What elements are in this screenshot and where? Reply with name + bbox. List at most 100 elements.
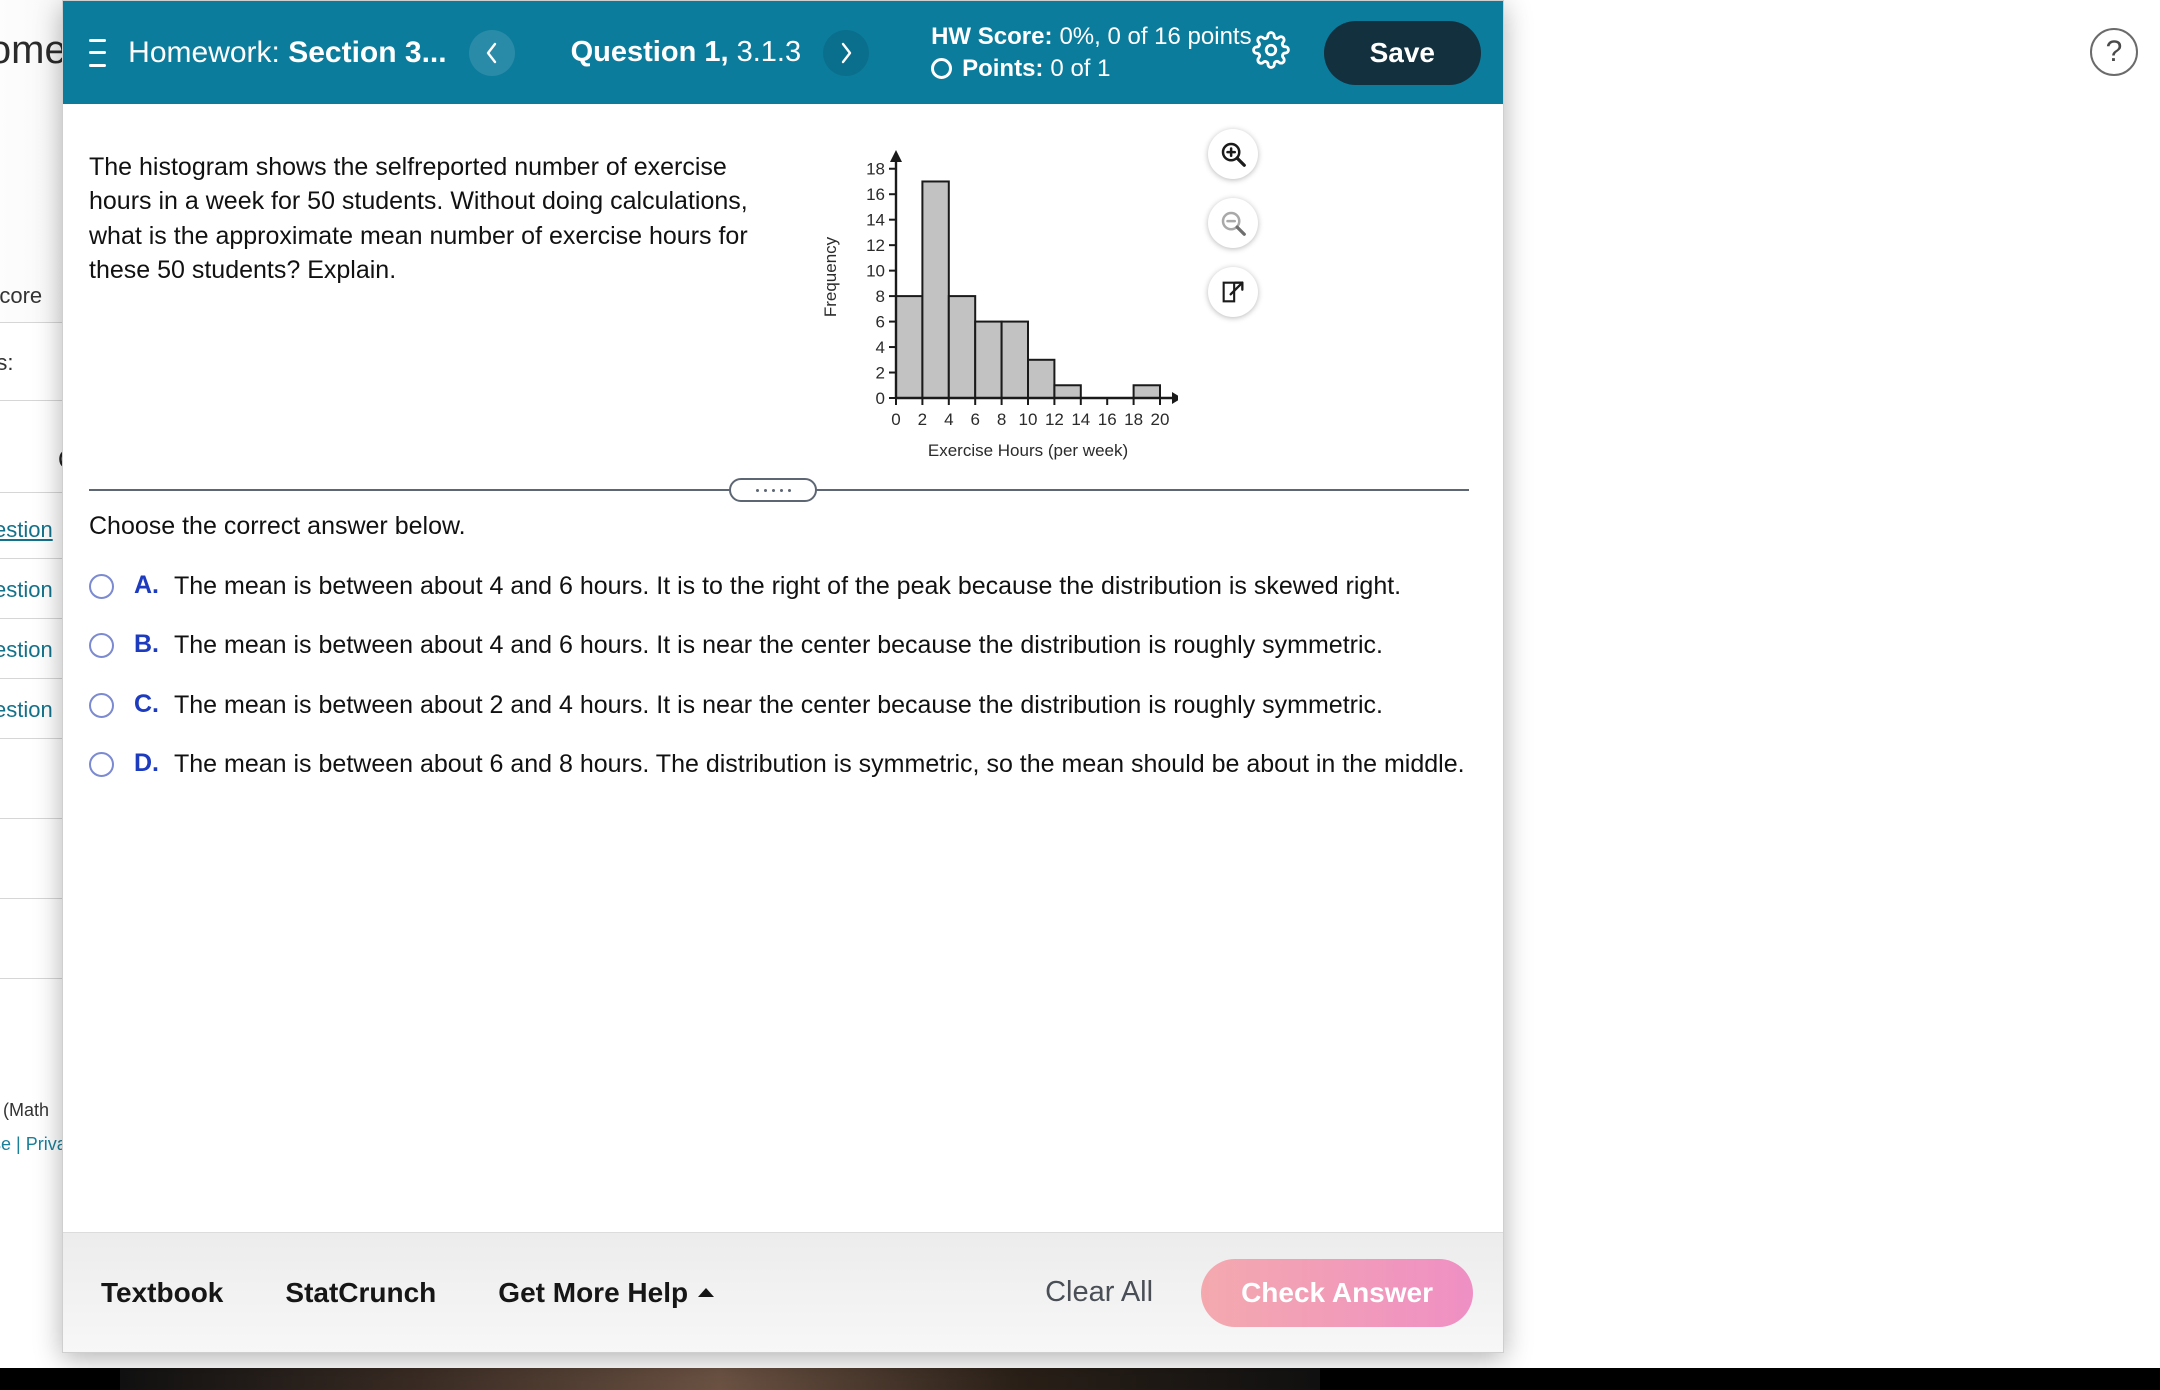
help-icon[interactable]: ? [2090,28,2138,76]
statcrunch-label: StatCrunch [285,1276,437,1308]
answer-option-b[interactable]: B. The mean is between about 4 and 6 hour… [89,630,1469,661]
check-answer-button[interactable]: Check Answer [1201,1258,1473,1327]
section-divider [89,478,1469,502]
points-value: 0 of 1 [1050,54,1111,82]
points-circle-icon [931,57,953,79]
hamburger-icon[interactable] [89,38,107,67]
x-tick-label: 12 [1045,410,1064,429]
prev-question-button[interactable] [468,29,515,76]
chevron-left-icon [486,42,496,63]
option-text: The mean is between about 4 and 6 hours.… [174,572,1402,600]
hw-score-line: HW Score: 0%, 0 of 16 points [931,21,1252,52]
histogram-bar [974,320,1003,399]
textbook-link[interactable]: Textbook [101,1277,223,1309]
modal-footer: Textbook StatCrunch Get More Help Clear … [63,1232,1503,1352]
textbook-label: Textbook [101,1276,224,1308]
histogram-bar [921,180,950,400]
x-tick-label: 4 [944,410,953,429]
hw-score-label: HW Score: [931,23,1053,51]
score-block: HW Score: 0%, 0 of 16 points Points: 0 o… [931,21,1252,83]
question-label: Question 1, 3.1.3 [571,36,801,69]
background-points-label: ots: [0,350,14,375]
x-tick-label: 16 [1098,410,1117,429]
y-tick-label: 4 [876,338,885,357]
option-text: The mean is between about 6 and 8 hours.… [174,749,1465,778]
popout-icon[interactable] [1208,267,1258,317]
x-tick-label: 18 [1124,410,1143,429]
x-tick-label: 0 [891,410,900,429]
background-photo-strip [120,1368,1320,1390]
histogram-bar [1132,384,1162,399]
topbar-actions: Save [1251,20,1481,85]
option-letter: C. [134,689,159,718]
background-question-link-4[interactable]: estion [0,697,53,723]
radio-button[interactable] [89,751,114,777]
question-modal: Homework: Section 3... Question 1, 3.1.3… [62,0,1504,1353]
homework-prefix: Homework: [128,35,280,69]
y-axis-label: Frequency [821,236,840,317]
histogram-bar [1000,320,1030,399]
clear-all-button[interactable]: Clear All [1045,1276,1153,1309]
question-number: Question 1, [570,36,729,68]
question-prompt-text: The histogram shows the selfreported num… [89,153,748,284]
homework-name: Section 3... [288,35,447,69]
histogram-bar [947,295,977,400]
help-glyph: ? [2105,35,2123,68]
x-axis-arrow [1172,392,1182,404]
x-tick-label: 10 [1019,410,1038,429]
y-tick-label: 0 [876,389,885,408]
x-tick-label: 2 [918,410,927,429]
background-question-link-2[interactable]: estion [0,577,53,603]
answer-options-list: A. The mean is between about 4 and 6 hour… [89,571,1469,808]
histogram-bar [1027,358,1056,399]
radio-button[interactable] [89,574,114,599]
y-tick-label: 8 [876,287,885,306]
chart-tool-buttons [1208,129,1258,317]
modal-content: The histogram shows the selfreported num… [63,104,1503,1232]
statcrunch-link[interactable]: StatCrunch [285,1277,436,1309]
zoom-out-icon[interactable] [1208,198,1258,248]
background-footer-text: e (Math [0,1100,50,1120]
next-question-button[interactable] [823,29,870,76]
background-bottom-strip [0,1368,2160,1390]
x-tick-label: 20 [1151,410,1170,429]
histogram-svg: 0246810121416180 2 4 6 8 10 12 14 16 18 20Exercise… [821,150,1182,460]
answer-option-d[interactable]: D. The mean is between about 6 and 8 hour… [89,749,1469,780]
y-axis-arrow [890,150,902,162]
answer-option-c[interactable]: C. The mean is between about 2 and 4 hour… [89,690,1469,721]
chevron-right-icon [841,42,852,63]
y-tick-label: 6 [876,313,885,332]
background-student-score-label: ent Score [0,283,43,308]
option-text: The mean is between about 2 and 4 hours.… [174,690,1383,719]
x-axis-label: Exercise Hours (per week) [928,441,1128,460]
homework-title: Homework: Section 3... [128,36,446,70]
radio-button[interactable] [89,633,114,659]
y-tick-label: 18 [866,160,885,179]
get-more-help-button[interactable]: Get More Help [498,1276,715,1309]
histogram-bar [1053,384,1082,399]
y-tick-label: 2 [876,364,885,383]
y-tick-label: 10 [866,262,885,281]
hw-score-value: 0%, 0 of 16 points [1059,23,1252,51]
answer-option-a[interactable]: A. The mean is between about 4 and 6 hour… [89,571,1469,602]
background-question-link-1[interactable]: estion [0,517,53,543]
background-question-link-3[interactable]: estion [0,637,53,663]
points-label: Points: [962,54,1044,82]
option-letter: A. [134,571,159,599]
background-footer-links[interactable]: se | Priva [0,1134,67,1155]
x-tick-label: 14 [1071,410,1090,429]
y-tick-label: 16 [866,185,885,204]
save-button[interactable]: Save [1323,20,1481,85]
radio-button[interactable] [89,692,114,718]
option-letter: B. [134,630,159,659]
drag-handle-dots[interactable] [729,478,817,502]
zoom-in-icon[interactable] [1208,129,1258,179]
modal-topbar: Homework: Section 3... Question 1, 3.1.3… [63,1,1503,104]
option-text: The mean is between about 4 and 6 hours.… [174,631,1383,660]
gear-icon[interactable] [1251,31,1290,74]
answer-prompt: Choose the correct answer below. [89,512,466,540]
y-tick-label: 12 [866,236,885,255]
get-more-help-label: Get More Help [498,1276,689,1308]
x-tick-label: 6 [970,410,979,429]
option-letter: D. [134,748,159,777]
